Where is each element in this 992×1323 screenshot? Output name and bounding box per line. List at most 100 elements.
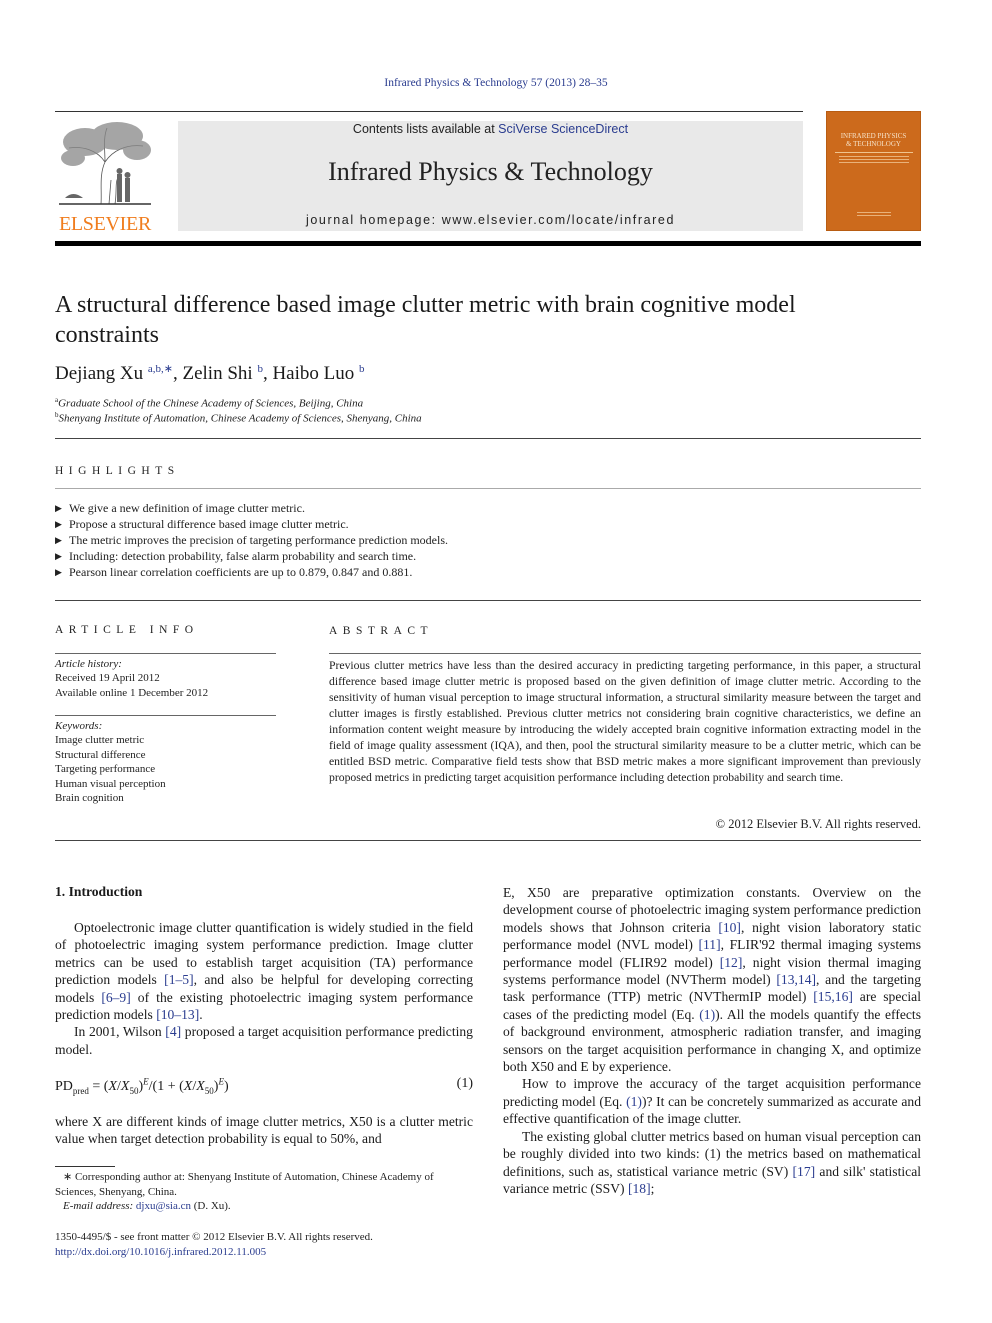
section-heading-introduction: 1. Introduction: [55, 884, 143, 899]
eq-x: X: [108, 1078, 118, 1094]
email-label: E-mail address:: [63, 1200, 134, 1212]
divider: [329, 653, 921, 654]
keyword: Structural difference: [55, 748, 146, 761]
equation-body: PDpred = (X/X50)E/(1 + (X/X50)E): [55, 1076, 229, 1096]
citation-link[interactable]: [17]: [793, 1164, 816, 1179]
cover-footer: [857, 212, 891, 217]
text-run: In 2001, Wilson: [74, 1024, 166, 1040]
issn-line: 1350-4495/$ - see front matter © 2012 El…: [55, 1231, 373, 1243]
abstract-heading: ABSTRACT: [329, 625, 434, 637]
highlight-item: ▶ The metric improves the precision of ta…: [55, 532, 448, 548]
eq-exp: E: [218, 1076, 224, 1086]
author-name[interactable]: Dejiang Xu: [55, 363, 143, 384]
citation-link[interactable]: [6–9]: [101, 990, 130, 1005]
highlight-item: ▶ We give a new definition of image clutt…: [55, 500, 448, 516]
eq-lhs-sub: pred: [72, 1085, 89, 1096]
elsevier-tree-icon: [59, 122, 151, 205]
highlights-heading: HIGHLIGHTS: [55, 465, 180, 477]
eq-x: X: [196, 1078, 205, 1094]
highlight-text: The metric improves the precision of tar…: [69, 533, 448, 547]
citation-link[interactable]: [12]: [720, 955, 743, 970]
highlight-text: Including: detection probability, false …: [69, 549, 417, 563]
citation-link[interactable]: [1–5]: [164, 972, 193, 987]
author-separator: ,: [262, 363, 273, 384]
available-date: Available online 1 December 2012: [55, 686, 209, 699]
received-date: Received 19 April 2012: [55, 672, 160, 685]
paragraph: How to improve the accuracy of the targe…: [503, 1075, 921, 1127]
abstract-text: Previous clutter metrics have less than …: [329, 659, 921, 784]
paragraph: Optoelectronic image clutter quantificat…: [55, 919, 473, 1023]
affiliation-text: Graduate School of the Chinese Academy o…: [58, 397, 364, 410]
sciencedirect-link[interactable]: SciVerse ScienceDirect: [498, 122, 628, 136]
eq-x: X: [183, 1078, 193, 1094]
cover-text-lines: [839, 156, 909, 164]
highlight-item: ▶ Propose a structural difference based i…: [55, 516, 448, 532]
highlight-item: ▶ Including: detection probability, false…: [55, 548, 448, 564]
paragraph: The existing global clutter metrics base…: [503, 1128, 921, 1198]
divider: [55, 438, 921, 439]
corresponding-author-footnote: ∗ Corresponding author at: Shenyang Inst…: [55, 1171, 434, 1198]
eq-x50-sub: 50: [129, 1085, 139, 1096]
citation-link[interactable]: [4]: [165, 1024, 181, 1039]
author-name[interactable]: Zelin Shi: [182, 363, 252, 384]
divider: [55, 488, 921, 489]
keywords-label: Keywords:: [55, 720, 103, 732]
email-link[interactable]: djxu@sia.cn: [136, 1200, 191, 1212]
eq-lhs: PD: [55, 1078, 73, 1094]
triangle-bullet-icon: ▶: [55, 551, 62, 561]
keywords: Keywords: Image clutter metric Structura…: [55, 719, 276, 805]
citation-link[interactable]: [18]: [628, 1181, 651, 1196]
eq-exp: E: [143, 1076, 149, 1086]
journal-cover-image[interactable]: INFRARED PHYSICS & TECHNOLOGY: [826, 111, 921, 231]
citation-link[interactable]: (1): [699, 1007, 715, 1022]
paper-title: A structural difference based image clut…: [55, 292, 796, 348]
affiliation-text: Shenyang Institute of Automation, Chines…: [58, 412, 422, 425]
author-affiliation-marks[interactable]: b: [359, 363, 365, 375]
keyword: Image clutter metric: [55, 734, 145, 747]
article-history: Article history: Received 19 April 2012 …: [55, 657, 276, 700]
footnote-rule: [55, 1166, 115, 1167]
divider: [55, 715, 276, 716]
body-column-left-cont: where X are different kinds of image clu…: [55, 1113, 473, 1148]
abstract-copyright: © 2012 Elsevier B.V. All rights reserved…: [715, 817, 921, 831]
affiliation: bShenyang Institute of Automation, Chine…: [55, 411, 422, 425]
journal-homepage[interactable]: journal homepage: www.elsevier.com/locat…: [178, 213, 803, 227]
text-run: .: [199, 1007, 203, 1023]
author-affiliation-marks[interactable]: a,b,∗: [148, 363, 173, 375]
highlight-item: ▶ Pearson linear correlation coefficients…: [55, 564, 448, 580]
citation-link[interactable]: [11]: [698, 937, 720, 952]
highlight-text: Pearson linear correlation coefficients …: [69, 565, 413, 579]
highlight-text: We give a new definition of image clutte…: [69, 501, 305, 515]
doi-link[interactable]: http://dx.doi.org/10.1016/j.infrared.201…: [55, 1245, 373, 1260]
affiliation: aGraduate School of the Chinese Academy …: [55, 396, 363, 410]
citation-link[interactable]: [13,14]: [776, 972, 816, 987]
citation-link[interactable]: (1): [626, 1094, 642, 1109]
equation-1: PDpred = (X/X50)E/(1 + (X/X50)E) (1): [55, 1076, 473, 1095]
running-head[interactable]: Infrared Physics & Technology 57 (2013) …: [0, 77, 992, 89]
cover-rule: [835, 152, 913, 153]
citation-link[interactable]: [10–13]: [156, 1007, 199, 1022]
cover-title-line-1: INFRARED PHYSICS: [840, 132, 907, 140]
divider: [55, 840, 921, 841]
divider: [55, 653, 276, 654]
history-label: Article history:: [55, 658, 122, 670]
eq-x50-sub: 50: [204, 1085, 214, 1096]
text-run: ;: [650, 1180, 655, 1196]
highlights-list: ▶ We give a new definition of image clutt…: [55, 500, 448, 580]
author-name[interactable]: Haibo Luo: [272, 363, 354, 384]
header-rule: [55, 111, 803, 112]
paragraph: E, X50 are preparative optimization cons…: [503, 884, 921, 1075]
triangle-bullet-icon: ▶: [55, 503, 62, 513]
elsevier-logo[interactable]: ELSEVIER: [55, 120, 155, 234]
masthead-thick-rule: [55, 241, 921, 246]
highlight-text: Propose a structural difference based im…: [69, 517, 349, 531]
citation-link[interactable]: [10]: [718, 920, 741, 935]
equation-number: (1): [456, 1076, 473, 1091]
body-column-right: E, X50 are preparative optimization cons…: [503, 884, 921, 1197]
cover-title: INFRARED PHYSICS & TECHNOLOGY: [827, 132, 920, 148]
email-footnote: E-mail address: djxu@sia.cn (D. Xu).: [55, 1199, 481, 1214]
keyword: Brain cognition: [55, 792, 124, 805]
body-column-left: Optoelectronic image clutter quantificat…: [55, 919, 473, 1058]
contents-prefix: Contents lists available at: [352, 122, 499, 136]
citation-link[interactable]: [15,16]: [813, 989, 853, 1004]
